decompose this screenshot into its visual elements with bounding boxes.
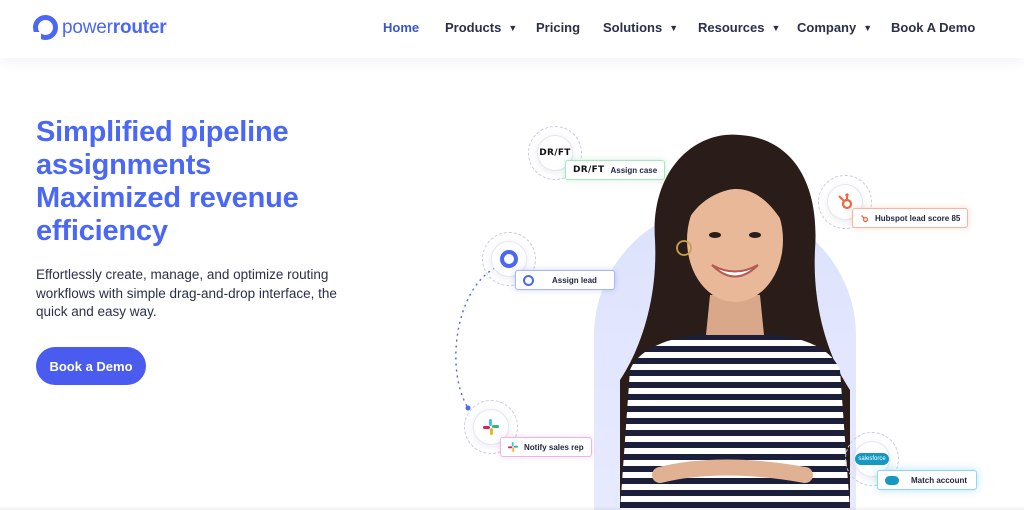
nav-home[interactable]: Home (383, 20, 419, 35)
notify-sales-rep-chip: Notify sales rep (500, 437, 592, 457)
hubspot-lead-score-chip: Hubspot lead score 85 (852, 208, 969, 228)
powerrouter-logo-icon (523, 274, 534, 286)
powerrouter-logo-icon (32, 15, 58, 41)
chevron-down-icon: ▼ (508, 23, 518, 33)
chevron-down-icon: ▼ (863, 23, 873, 33)
chevron-down-icon: ▼ (669, 23, 679, 33)
drift-assign-case-chip: DR/FT Assign case (565, 160, 666, 180)
drift-logo: DR/FT (573, 165, 605, 175)
nav-products[interactable]: Products ▼ (445, 20, 517, 35)
chevron-down-icon: ▼ (771, 23, 781, 33)
nav-company[interactable]: Company ▼ (797, 20, 872, 35)
nav-pricing[interactable]: Pricing (536, 20, 580, 35)
brand-name-router: router (112, 16, 167, 38)
hero-headline: Simplified pipeline assignments Maximize… (36, 116, 299, 247)
section-divider (0, 506, 1024, 510)
hubspot-icon (860, 214, 869, 223)
site-header: powerrouter Home Products ▼ Pricing Solut… (0, 0, 1024, 58)
assign-lead-chip: Assign lead (515, 270, 615, 290)
hubspot-icon (838, 193, 853, 210)
nav-solutions[interactable]: Solutions ▼ (603, 20, 678, 35)
drift-logo: DR/FT (539, 147, 571, 158)
book-demo-button[interactable]: Book a Demo (36, 347, 146, 385)
nav-book-demo[interactable]: Book A Demo (891, 20, 975, 35)
salesforce-icon: salesforce (855, 452, 889, 465)
brand-name-power: power (62, 16, 113, 38)
brand-logo[interactable]: powerrouter (32, 15, 167, 41)
match-account-chip: Match account (877, 470, 977, 490)
hero-subtext: Effortlessly create, manage, and optimiz… (36, 267, 337, 319)
nav-resources[interactable]: Resources ▼ (698, 20, 780, 35)
powerrouter-logo-icon (499, 249, 518, 268)
slack-icon (508, 442, 518, 452)
salesforce-icon (885, 475, 899, 485)
slack-icon (482, 418, 499, 435)
